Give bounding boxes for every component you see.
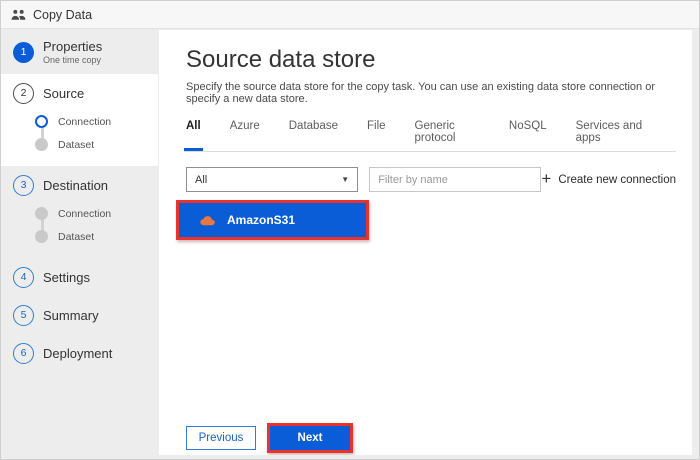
tab-azure[interactable]: Azure (228, 120, 262, 151)
step-destination[interactable]: 3 Destination (1, 170, 158, 200)
create-new-connection-label: Create new connection (558, 173, 676, 186)
substep-destination-connection-label: Connection (58, 207, 112, 220)
substep-connection-dot (35, 115, 48, 128)
create-new-connection-button[interactable]: + Create new connection (541, 169, 676, 188)
step-settings-circle: 4 (13, 266, 34, 288)
substep-destination-dataset-label: Dataset (58, 230, 95, 243)
substep-connection-label: Connection (58, 115, 112, 128)
step-summary-label: Summary (43, 307, 99, 323)
filter-controls: All ▼ + Create new connection (186, 167, 676, 192)
step-deployment-label: Deployment (43, 345, 113, 361)
plus-icon: + (541, 169, 552, 188)
substep-dataset-dot (35, 138, 48, 151)
step-source-circle: 2 (13, 82, 34, 104)
step-properties-circle: 1 (13, 41, 34, 63)
step-properties-sublabel: One time copy (43, 55, 102, 65)
category-tabs: All Azure Database File Generic protocol… (184, 120, 676, 152)
connection-list-item-amazons31[interactable]: AmazonS31 (179, 203, 366, 237)
substep-destination-dataset[interactable]: Dataset (1, 225, 158, 248)
next-button[interactable]: Next (270, 426, 350, 450)
tab-file[interactable]: File (365, 120, 388, 151)
tab-services-and-apps[interactable]: Services and apps (574, 120, 651, 151)
window-title: Copy Data (33, 7, 93, 22)
step-source-label: Source (43, 85, 85, 101)
tab-nosql[interactable]: NoSQL (507, 120, 549, 151)
step-summary[interactable]: 5 Summary (1, 300, 158, 330)
copy-data-icon (11, 9, 26, 21)
tab-generic-protocol[interactable]: Generic protocol (413, 120, 482, 151)
amazon-s3-icon (200, 215, 215, 225)
step-source[interactable]: 2 Source (1, 78, 158, 108)
step-deployment[interactable]: 6 Deployment (1, 338, 158, 368)
source-substeps: Connection Dataset (1, 108, 158, 162)
substep-destination-connection[interactable]: Connection (1, 202, 158, 225)
destination-substeps: Connection Dataset (1, 200, 158, 254)
step-summary-circle: 5 (13, 304, 34, 326)
annotation-box-connection: AmazonS31 (176, 200, 369, 240)
step-section-destination: 3 Destination Connection Dataset (1, 166, 158, 258)
step-section-deployment: 6 Deployment (1, 334, 158, 372)
name-filter-input[interactable] (369, 167, 542, 192)
annotation-box-next: Next (267, 423, 353, 453)
page-description: Specify the source data store for the co… (186, 81, 656, 105)
substep-dataset-label: Dataset (58, 138, 95, 151)
step-settings[interactable]: 4 Settings (1, 262, 158, 292)
step-properties[interactable]: 1 Properties One time copy (1, 34, 158, 70)
tab-database[interactable]: Database (287, 120, 340, 151)
step-properties-label: Properties (43, 39, 103, 54)
tab-all[interactable]: All (184, 120, 203, 151)
main-panel: Source data store Specify the source dat… (159, 30, 692, 455)
substep-source-connection[interactable]: Connection (1, 110, 158, 133)
connection-name: AmazonS31 (227, 213, 296, 227)
step-section-source: 2 Source Connection Dataset (1, 74, 158, 166)
step-section-summary: 5 Summary (1, 296, 158, 334)
step-destination-circle: 3 (13, 174, 34, 196)
step-destination-label: Destination (43, 177, 109, 193)
step-deployment-circle: 6 (13, 342, 34, 364)
step-settings-label: Settings (43, 269, 90, 285)
copy-data-window: Copy Data 1 Properties One time copy 2 S… (0, 0, 700, 460)
window-header: Copy Data (1, 1, 699, 29)
type-filter-value: All (195, 173, 208, 186)
connection-list: AmazonS31 (176, 200, 692, 240)
wizard-sidebar: 1 Properties One time copy 2 Source Conn… (1, 30, 158, 459)
previous-button[interactable]: Previous (186, 426, 256, 450)
wizard-footer: Previous Next (186, 423, 353, 453)
page-title: Source data store (186, 46, 376, 73)
substep-source-dataset[interactable]: Dataset (1, 133, 158, 156)
substep-destination-dataset-dot (35, 230, 48, 243)
chevron-down-icon: ▼ (341, 175, 350, 184)
substep-destination-connection-dot (35, 207, 48, 220)
step-section-properties: 1 Properties One time copy (1, 30, 158, 74)
step-section-settings: 4 Settings (1, 258, 158, 296)
type-filter-dropdown[interactable]: All ▼ (186, 167, 359, 192)
